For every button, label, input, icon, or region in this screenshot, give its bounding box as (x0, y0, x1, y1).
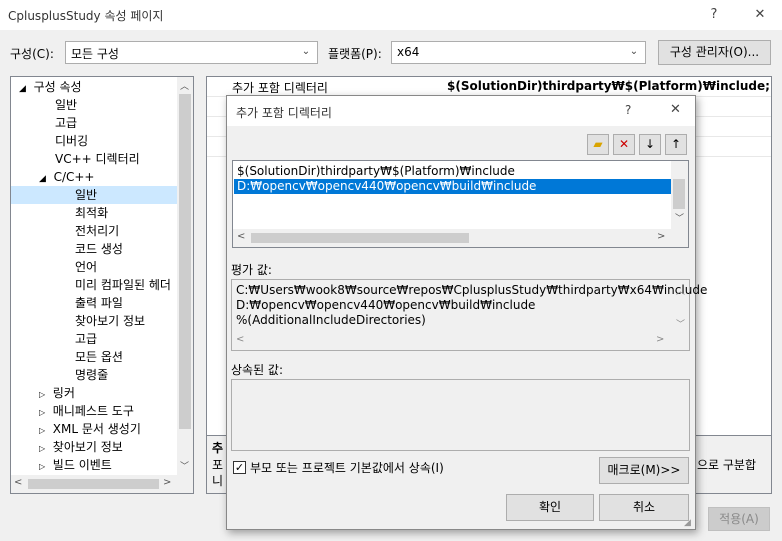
tree-item[interactable]: 찾아보기 정보 (75, 312, 145, 330)
property-value: $(SolutionDir)thirdparty₩$(Platform)₩inc… (447, 79, 769, 93)
settings-tree: ◢ 구성 속성 일반 고급 디버깅 VC++ 디렉터리 ◢ C/C++ 일반 최… (10, 76, 194, 494)
expand-arrow-icon: ▷ (39, 462, 46, 471)
scroll-right-icon[interactable]: > (657, 231, 665, 242)
tree-item[interactable]: 명령줄 (75, 366, 108, 384)
property-name: 추가 포함 디렉터리 (232, 81, 328, 95)
description-text: 니 (212, 474, 224, 488)
tree-item-collapsed[interactable]: ▷ 매니페스트 도구 (39, 402, 134, 420)
tree-item[interactable]: 일반 (55, 96, 77, 114)
dialog-title-bar: 추가 포함 디렉터리 ? ✕ (227, 96, 695, 126)
tree-item-collapsed[interactable]: ▷ 찾아보기 정보 (39, 438, 123, 456)
expand-arrow-icon: ▷ (39, 444, 46, 453)
close-icon[interactable]: ✕ (670, 102, 681, 117)
tree-item[interactable]: 미리 컴파일된 헤더 (75, 276, 171, 294)
scroll-thumb[interactable] (28, 479, 159, 489)
expand-arrow-icon: ▷ (39, 426, 46, 435)
tree-item-collapsed[interactable]: ▷ 링커 (39, 384, 75, 402)
tree-item[interactable]: 고급 (75, 330, 97, 348)
scroll-right-icon[interactable]: > (163, 477, 171, 488)
scroll-left-icon[interactable]: < (237, 231, 245, 242)
platform-value: x64 (397, 45, 420, 59)
expand-arrow-icon: ▷ (39, 390, 46, 399)
tree-item[interactable]: VC++ 디렉터리 (55, 150, 140, 168)
list-horizontal-scrollbar[interactable]: < > (233, 229, 688, 247)
include-directories-dialog: 추가 포함 디렉터리 ? ✕ ▰ ✕ ↓ ↑ $(SolutionDir)thi… (226, 95, 707, 530)
inherit-checkbox[interactable]: ✓ (233, 461, 246, 474)
config-value: 모든 구성 (71, 47, 119, 61)
scroll-right-icon[interactable]: > (656, 334, 664, 345)
property-row[interactable]: 추가 포함 디렉터리 $(SolutionDir)thirdparty₩$(Pl… (207, 77, 771, 97)
inherited-label: 상속된 값: (231, 363, 284, 377)
inherited-box (231, 379, 690, 451)
window-title: CplusplusStudy 속성 페이지 (8, 9, 164, 23)
scroll-up-icon[interactable]: ︿ (180, 79, 189, 92)
tree-item-selected[interactable]: 일반 (11, 186, 177, 204)
tree-horizontal-scrollbar[interactable]: < > (11, 475, 193, 493)
help-icon[interactable]: ? (702, 4, 726, 26)
delete-icon[interactable]: ✕ (613, 134, 635, 155)
close-icon[interactable]: ✕ (748, 4, 772, 26)
config-select[interactable]: 모든 구성 ⌄ (65, 41, 318, 64)
eval-line: %(AdditionalIncludeDirectories) (236, 313, 426, 327)
macro-button[interactable]: 매크로(M)>> (599, 457, 689, 484)
scroll-left-icon[interactable]: < (14, 477, 22, 488)
scroll-down-icon[interactable]: ﹀ (675, 211, 684, 224)
collapse-arrow-icon: ◢ (39, 174, 46, 184)
tree-vertical-scrollbar[interactable]: ︿ ﹀ (177, 77, 193, 475)
scroll-up-icon[interactable]: ︿ (676, 284, 685, 297)
expand-arrow-icon: ▷ (39, 408, 46, 417)
scroll-thumb[interactable] (251, 233, 469, 243)
tree-item-collapsed[interactable]: ▷ 빌드 이벤트 (39, 456, 112, 474)
tree-item[interactable]: 전처리기 (75, 222, 119, 240)
scroll-thumb[interactable] (179, 94, 191, 429)
help-icon[interactable]: ? (625, 103, 631, 117)
ok-button[interactable]: 확인 (506, 494, 594, 521)
cancel-button[interactable]: 취소 (599, 494, 689, 521)
move-up-icon[interactable]: ↑ (665, 134, 687, 155)
directory-entry-selected[interactable]: D:₩opencv₩opencv440₩opencv₩build₩include (234, 179, 671, 194)
scroll-thumb[interactable] (673, 179, 685, 209)
tree-item[interactable]: 출력 파일 (75, 294, 123, 312)
eval-label: 평가 값: (231, 263, 272, 277)
description-title: 추 (212, 441, 224, 455)
eval-box: C:₩Users₩wook8₩source₩repos₩CplusplusStu… (231, 279, 707, 351)
tree-item[interactable]: 최적화 (75, 204, 108, 222)
tree-item[interactable]: 코드 생성 (75, 240, 123, 258)
apply-button[interactable]: 적용(A) (708, 507, 770, 531)
dialog-title: 추가 포함 디렉터리 (236, 106, 332, 120)
description-text: 포 (212, 458, 224, 472)
config-label: 구성(C): (10, 47, 54, 61)
scroll-down-icon[interactable]: ﹀ (676, 317, 685, 330)
resize-grip-icon[interactable]: ◢ (684, 518, 691, 528)
move-down-icon[interactable]: ↓ (639, 134, 661, 155)
chevron-down-icon: ⌄ (629, 46, 639, 57)
directory-list: $(SolutionDir)thirdparty₩$(Platform)₩inc… (232, 160, 689, 248)
tree-root[interactable]: ◢ 구성 속성 (19, 78, 82, 96)
list-vertical-scrollbar[interactable]: ﹀ (671, 161, 688, 229)
tree-item[interactable]: 디버깅 (55, 132, 88, 150)
scroll-down-icon[interactable]: ﹀ (180, 459, 189, 472)
platform-label: 플랫폼(P): (328, 47, 382, 61)
tree-item[interactable]: 고급 (55, 114, 77, 132)
inherit-checkbox-label[interactable]: 부모 또는 프로젝트 기본값에서 상속(I) (250, 459, 444, 476)
chevron-down-icon: ⌄ (301, 46, 311, 57)
tree-item[interactable]: 언어 (75, 258, 97, 276)
directory-entry[interactable]: $(SolutionDir)thirdparty₩$(Platform)₩inc… (237, 164, 515, 178)
collapse-arrow-icon: ◢ (19, 84, 26, 94)
new-folder-icon[interactable]: ▰ (587, 134, 609, 155)
eval-line: C:₩Users₩wook8₩source₩repos₩CplusplusStu… (236, 283, 708, 297)
config-manager-button[interactable]: 구성 관리자(O)... (658, 40, 771, 65)
title-bar: CplusplusStudy 속성 페이지 ? ✕ (0, 0, 782, 30)
scroll-left-icon[interactable]: < (236, 334, 244, 345)
property-pages-window: CplusplusStudy 속성 페이지 ? ✕ 구성(C): 모든 구성 ⌄… (0, 0, 782, 541)
tree-item-cpp[interactable]: ◢ C/C++ (39, 168, 94, 186)
tree-item-collapsed[interactable]: ▷ XML 문서 생성기 (39, 420, 141, 438)
description-text: 으로 구분합 (697, 458, 757, 472)
tree-item[interactable]: 모든 옵션 (75, 348, 123, 366)
eval-line: D:₩opencv₩opencv440₩opencv₩build₩include (236, 298, 536, 312)
platform-select[interactable]: x64 ⌄ (391, 41, 646, 64)
